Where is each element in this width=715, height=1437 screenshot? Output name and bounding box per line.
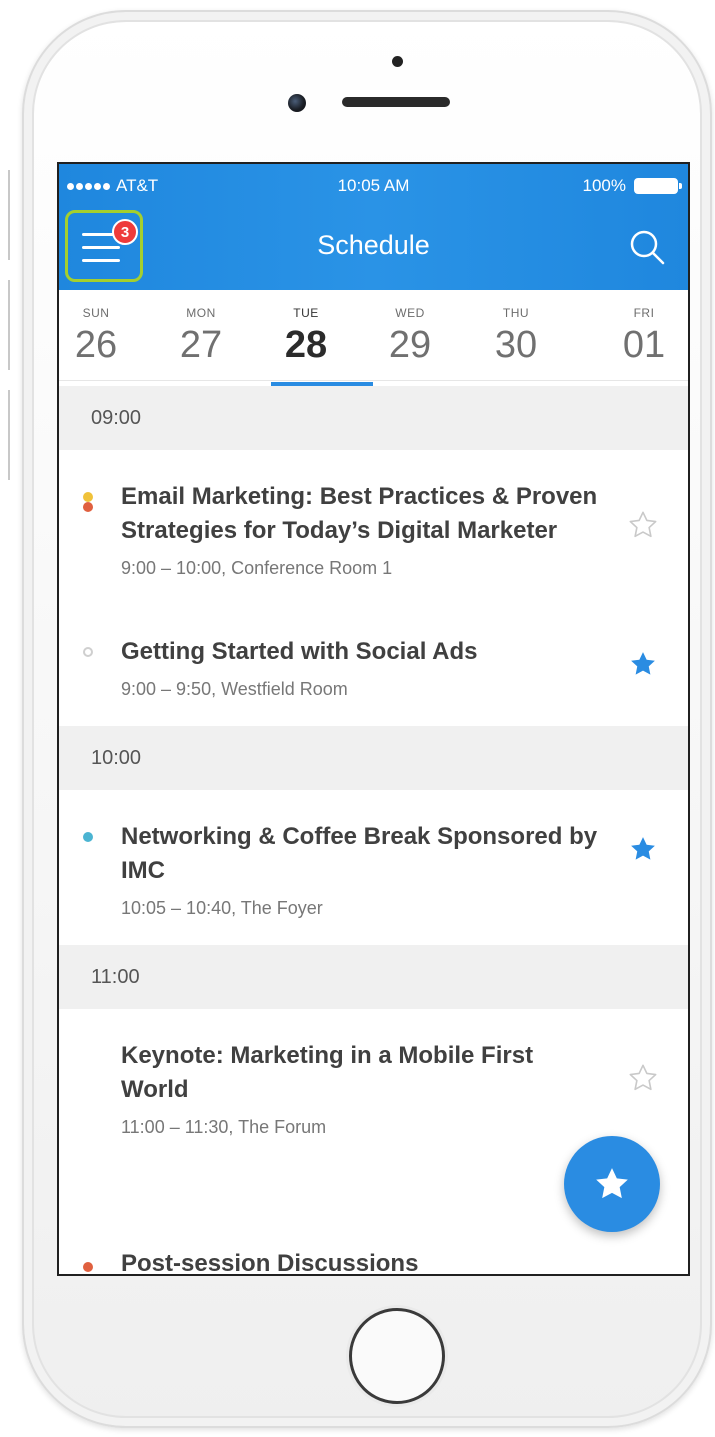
session-title: Keynote: Marketing in a Mobile First Wor… (121, 1042, 534, 1103)
day-thu[interactable]: THU 30 (471, 290, 561, 380)
day-number: 29 (388, 324, 432, 366)
day-selector: SUN 26 MON 27 TUE 28 WED 29 THU 30 FRI 0… (59, 290, 688, 381)
star-outline-icon (629, 511, 657, 538)
session-title: Getting Started with Social Ads (121, 638, 478, 665)
day-number: 01 (622, 324, 666, 366)
app-screen: AT&T 10:05 AM 100% 3 Schedule SUN 26 MON… (57, 162, 690, 1276)
session-item[interactable]: Email Marketing: Best Practices & Proven… (59, 450, 688, 605)
earpiece-speaker (342, 97, 450, 107)
favorites-fab[interactable] (564, 1136, 660, 1232)
day-name: SUN (82, 306, 110, 320)
session-title: Email Marketing: Best Practices & Proven… (121, 483, 598, 544)
star-filled-icon (631, 652, 655, 675)
battery-icon (634, 178, 682, 194)
day-name: MON (186, 306, 216, 320)
day-number: 27 (179, 324, 223, 366)
session-meta: 10:05 – 10:40, The Foyer (121, 898, 323, 918)
proximity-sensor (392, 56, 403, 67)
day-wed[interactable]: WED 29 (365, 290, 455, 380)
session-title-partial[interactable]: Post-session Discussions (121, 1250, 418, 1274)
track-indicator (83, 1262, 93, 1272)
star-filled-icon (631, 837, 655, 860)
track-indicator (83, 832, 93, 842)
session-meta: 9:00 – 10:00, Conference Room 1 (121, 558, 393, 578)
session-meta: 9:00 – 9:50, Westfield Room (121, 679, 348, 699)
day-name: THU (502, 306, 530, 320)
day-sun[interactable]: SUN 26 (59, 290, 141, 380)
favorite-toggle[interactable] (626, 1061, 660, 1095)
day-tue[interactable]: TUE 28 (261, 290, 351, 380)
background-edge-marks (0, 160, 28, 500)
time-header: 09:00 (59, 386, 688, 450)
session-title: Networking & Coffee Break Sponsored by I… (121, 823, 598, 884)
track-indicator (83, 647, 93, 657)
schedule-list[interactable]: 09:00 Email Marketing: Best Practices & … (59, 386, 688, 1164)
favorite-toggle[interactable] (626, 508, 660, 542)
search-button[interactable] (628, 228, 666, 266)
session-item[interactable]: Getting Started with Social Ads 9:00 – 9… (59, 605, 688, 726)
day-number: 26 (74, 324, 118, 366)
track-indicator (83, 492, 93, 512)
day-name: WED (395, 306, 425, 320)
star-outline-icon (629, 1064, 657, 1091)
navbar: 3 Schedule (59, 210, 688, 290)
home-button[interactable] (349, 1308, 445, 1404)
battery-percent: 100% (582, 176, 626, 195)
day-number: 28 (284, 324, 328, 366)
day-name: TUE (293, 306, 319, 320)
favorite-toggle[interactable] (626, 647, 660, 681)
day-fri[interactable]: FRI 01 (599, 290, 688, 380)
session-item[interactable]: Networking & Coffee Break Sponsored by I… (59, 790, 688, 945)
front-camera (288, 94, 306, 112)
day-number: 30 (494, 324, 538, 366)
favorite-toggle[interactable] (626, 832, 660, 866)
session-meta: 11:00 – 11:30, The Forum (121, 1117, 327, 1137)
page-title: Schedule (317, 230, 430, 260)
status-bar: AT&T 10:05 AM 100% (59, 164, 688, 210)
app-header: AT&T 10:05 AM 100% 3 Schedule (59, 164, 688, 290)
time-header: 10:00 (59, 726, 688, 790)
star-icon (596, 1168, 628, 1199)
day-name: FRI (633, 306, 655, 320)
day-mon[interactable]: MON 27 (156, 290, 246, 380)
search-icon (630, 230, 665, 265)
battery-status: 100% (582, 176, 682, 196)
device-frame: AT&T 10:05 AM 100% 3 Schedule SUN 26 MON… (0, 0, 715, 1437)
time-header: 11:00 (59, 945, 688, 1009)
